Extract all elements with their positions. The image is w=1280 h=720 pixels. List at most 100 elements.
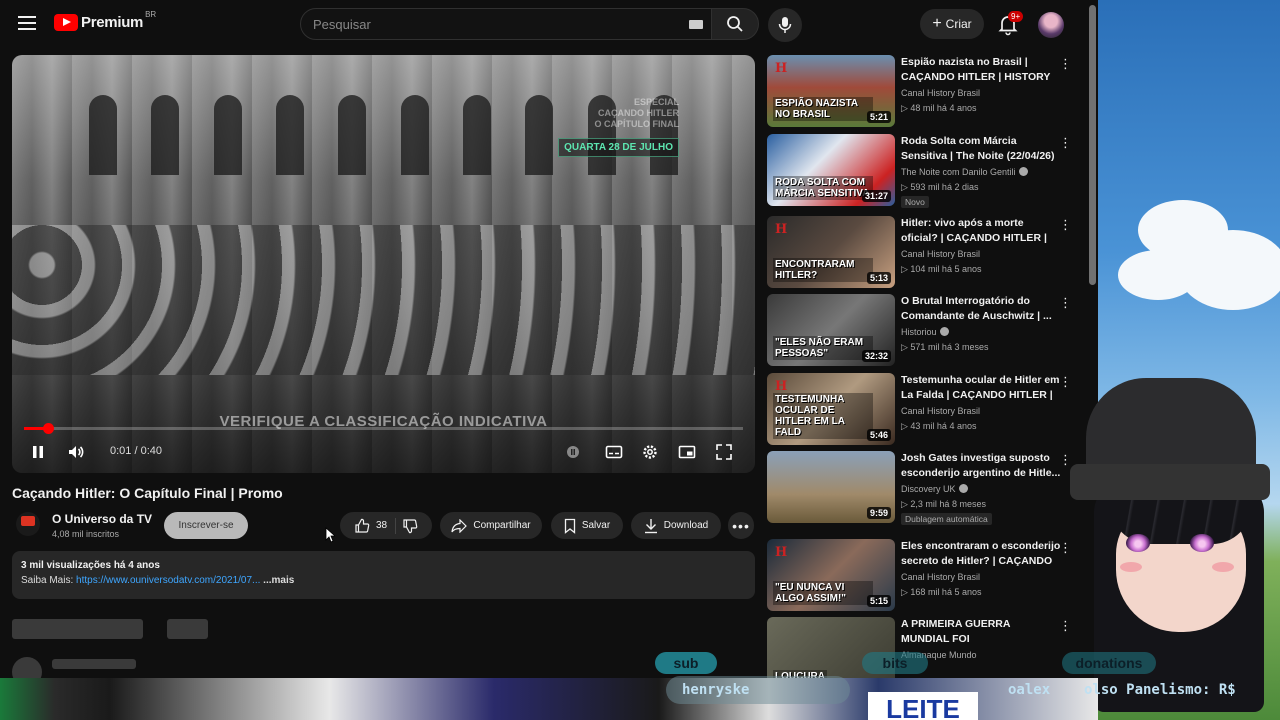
recommendation-card[interactable]: 9:59 Josh Gates investiga suposto esconde… — [767, 451, 1087, 525]
progress-bar[interactable] — [24, 423, 743, 434]
video-thumbnail[interactable]: H ENCONTRARAM HITLER? 5:13 — [767, 216, 895, 288]
thumbnail-caption: "ELES NÃO ERAM PESSOAS" — [773, 336, 873, 360]
recommendation-title[interactable]: Josh Gates investiga suposto esconderijo… — [901, 451, 1061, 481]
download-button[interactable]: Download — [631, 512, 721, 539]
more-actions-button[interactable]: ••• — [728, 512, 754, 539]
menu-icon[interactable] — [18, 16, 36, 30]
avatar-eye — [1126, 534, 1150, 552]
recommendation-card[interactable]: H "EU NUNCA VI ALGO ASSIM!" 5:15 Eles encon… — [767, 539, 1087, 613]
recommendation-title[interactable]: Hitler: vivo após a morte oficial? | CAÇ… — [901, 216, 1061, 246]
subscribe-button[interactable]: Inscrever-se — [164, 512, 248, 539]
recommendation-title[interactable]: Espião nazista no Brasil | CAÇANDO HITLE… — [901, 55, 1061, 85]
ticker-right: oalex — [1008, 682, 1051, 698]
recommendation-title[interactable]: Roda Solta com Márcia Sensitiva | The No… — [901, 134, 1061, 164]
show-more-link[interactable]: ...mais — [263, 575, 294, 586]
video-duration: 5:13 — [866, 272, 891, 284]
pause-icon[interactable] — [28, 442, 48, 462]
recommendation-card[interactable]: H ENCONTRARAM HITLER? 5:13 Hitler: vivo apó… — [767, 216, 1087, 290]
like-button[interactable]: 38 — [354, 517, 397, 534]
download-label: Download — [663, 520, 709, 531]
recommendation-channel[interactable]: The Noite com Danilo Gentili — [901, 167, 1028, 177]
fullscreen-icon[interactable] — [714, 442, 734, 462]
search-box — [300, 8, 712, 40]
video-thumbnail[interactable]: 9:59 — [767, 451, 895, 523]
play-outline-icon: ▷ — [901, 342, 911, 352]
recommendation-meta: ▷ 48 mil há 4 anos — [901, 103, 976, 114]
description-link[interactable]: https://www.ouniversodatv.com/2021/07... — [76, 575, 260, 586]
video-thumbnail[interactable]: H TESTEMUNHA OCULAR DE HITLER EM LA FALD 5… — [767, 373, 895, 445]
avatar-blush — [1212, 562, 1234, 572]
recommendation-title[interactable]: Eles encontraram o esconderijo secreto d… — [901, 539, 1061, 569]
play-outline-icon: ▷ — [901, 264, 911, 274]
recommendation-title[interactable]: A PRIMEIRA GUERRA MUNDIAL FOI PERTURBADO… — [901, 617, 1061, 647]
more-vertical-icon[interactable]: ⋮ — [1059, 619, 1075, 632]
more-vertical-icon[interactable]: ⋮ — [1059, 453, 1075, 466]
keyboard-icon[interactable] — [689, 20, 703, 29]
views-and-date: 2,3 mil há 8 meses — [910, 499, 986, 509]
autoplay-toggle-icon[interactable] — [563, 442, 583, 462]
recommendation-channel[interactable]: Historiou — [901, 327, 949, 337]
loading-placeholder — [52, 659, 136, 669]
video-player[interactable]: ESPECIAL CAÇANDO HITLER O CAPÍTULO FINAL… — [12, 55, 755, 473]
recommendation-channel[interactable]: Canal History Brasil — [901, 88, 980, 98]
save-button[interactable]: Salvar — [551, 512, 623, 539]
video-thumbnail[interactable]: "ELES NÃO ERAM PESSOAS" 32:32 — [767, 294, 895, 366]
youtube-premium-logo[interactable]: Premium BR — [54, 10, 156, 31]
recommendation-card[interactable]: H TESTEMUNHA OCULAR DE HITLER EM LA FALD 5… — [767, 373, 1087, 447]
thumbs-down-icon[interactable] — [402, 518, 418, 534]
more-vertical-icon[interactable]: ⋮ — [1059, 136, 1075, 149]
more-vertical-icon[interactable]: ⋮ — [1059, 57, 1075, 70]
recommendation-title[interactable]: Testemunha ocular de Hitler em La Falda … — [901, 373, 1061, 403]
settings-gear-icon[interactable] — [640, 442, 660, 462]
recommendation-channel[interactable]: Canal History Brasil — [901, 572, 980, 582]
scrollbar[interactable] — [1089, 5, 1096, 285]
subtitles-icon[interactable] — [604, 442, 624, 462]
views-and-date: 48 mil há 4 anos — [910, 103, 977, 113]
more-vertical-icon[interactable]: ⋮ — [1059, 541, 1075, 554]
search-input[interactable] — [301, 9, 711, 39]
recommendation-channel[interactable]: Canal History Brasil — [901, 249, 980, 259]
play-outline-icon: ▷ — [901, 182, 911, 192]
create-label: Criar — [945, 17, 972, 31]
channel-name-text: Canal History Brasil — [901, 406, 981, 416]
volume-icon[interactable] — [66, 442, 86, 462]
recommendation-channel[interactable]: Canal History Brasil — [901, 406, 980, 416]
description-box[interactable]: 3 mil visualizações há 4 anos Saiba Mais… — [12, 551, 755, 599]
youtube-play-icon — [54, 14, 78, 31]
thumbnail-caption: ENCONTRARAM HITLER? — [773, 258, 873, 282]
video-thumbnail[interactable]: RODA SOLTA COM MÁRCIA SENSITIVA 31:27 — [767, 134, 895, 206]
channel-name-text: Canal History Brasil — [901, 249, 981, 259]
more-vertical-icon[interactable]: ⋮ — [1059, 375, 1075, 388]
views-and-date: 104 mil há 5 anos — [910, 264, 982, 274]
recommendation-channel[interactable]: Discovery UK — [901, 484, 968, 494]
verified-check-icon — [939, 327, 949, 336]
video-thumbnail[interactable]: H "EU NUNCA VI ALGO ASSIM!" 5:15 — [767, 539, 895, 611]
play-outline-icon: ▷ — [901, 587, 911, 597]
voice-search-button[interactable] — [768, 8, 802, 42]
create-button[interactable]: + Criar — [920, 9, 984, 39]
recommendation-card[interactable]: "ELES NÃO ERAM PESSOAS" 32:32 O Brutal Int… — [767, 294, 1087, 368]
cloud — [1118, 250, 1198, 300]
account-avatar[interactable] — [1038, 12, 1064, 38]
recommendation-card[interactable]: RODA SOLTA COM MÁRCIA SENSITIVA 31:27 Roda… — [767, 134, 1087, 208]
logo-text: Premium — [81, 14, 144, 31]
recommendation-card[interactable]: H ESPIÃO NAZISTA NO BRASIL 5:21 Espião nazi… — [767, 55, 1087, 129]
history-channel-logo: H — [775, 61, 788, 76]
views-and-date: 43 mil há 4 anos — [910, 421, 977, 431]
channel-name[interactable]: O Universo da TV — [52, 512, 152, 526]
share-icon — [451, 518, 468, 533]
channel-avatar[interactable] — [16, 512, 40, 536]
more-vertical-icon[interactable]: ⋮ — [1059, 218, 1075, 231]
bits-alert-label: bits — [862, 652, 928, 674]
recommendation-title[interactable]: O Brutal Interrogatório do Comandante de… — [901, 294, 1061, 324]
loading-placeholder — [12, 619, 143, 639]
video-thumbnail[interactable]: H ESPIÃO NAZISTA NO BRASIL 5:21 — [767, 55, 895, 127]
description-line: Saiba Mais: https://www.ouniversodatv.co… — [21, 575, 746, 586]
share-button[interactable]: Compartilhar — [440, 512, 542, 539]
miniplayer-icon[interactable] — [677, 442, 697, 462]
recommendation-card[interactable]: LOUCURAA PRIMEIRA GUERRA MUNDIAL FOI PER… — [767, 617, 1087, 678]
avatar-hat-brim — [1070, 464, 1270, 500]
more-vertical-icon[interactable]: ⋮ — [1059, 296, 1075, 309]
search-button[interactable] — [711, 8, 759, 40]
progress-scrubber[interactable] — [43, 423, 55, 434]
